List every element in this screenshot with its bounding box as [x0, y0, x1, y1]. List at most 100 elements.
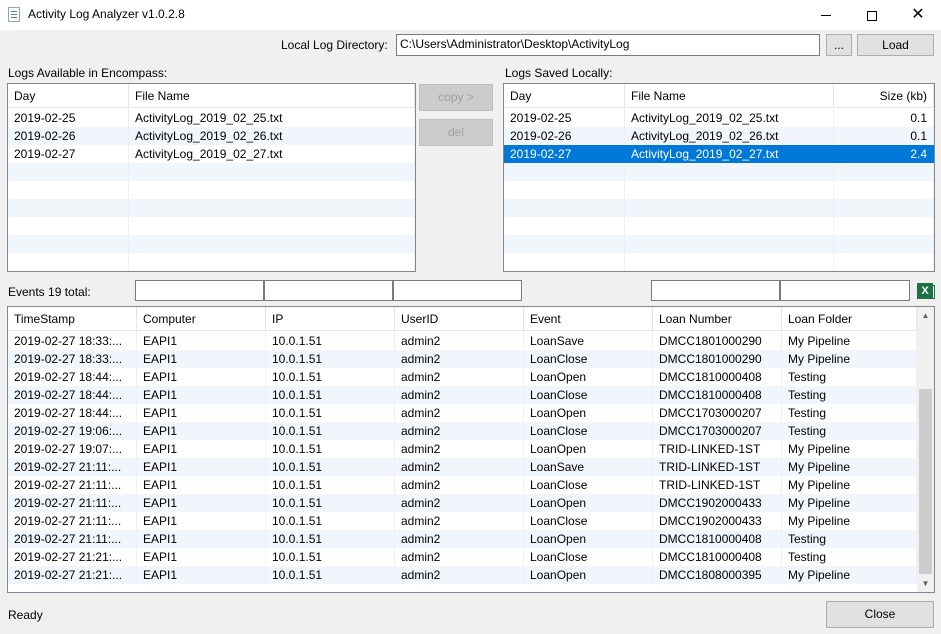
events-scrollbar[interactable]: ▲ ▼ — [917, 307, 934, 592]
column-header-event[interactable]: Event — [524, 307, 653, 331]
table-cell: admin2 — [395, 350, 524, 368]
column-header-loan-number[interactable]: Loan Number — [653, 307, 782, 331]
minimize-button[interactable] — [803, 0, 849, 30]
table-cell: EAPI1 — [137, 548, 266, 566]
filter-input-loan-number[interactable] — [651, 280, 780, 301]
table-cell: EAPI1 — [137, 440, 266, 458]
empty-row — [504, 199, 934, 217]
table-cell: LoanClose — [524, 548, 653, 566]
empty-cell — [834, 181, 934, 199]
table-cell: 10.0.1.51 — [266, 512, 395, 530]
table-row[interactable]: 2019-02-27 ActivityLog_2019_02_27.txt 2.4 — [504, 145, 934, 163]
table-row[interactable]: 2019-02-27 21:11:... EAPI1 10.0.1.51 admin2… — [8, 494, 917, 512]
table-cell: My Pipeline — [782, 440, 917, 458]
scroll-up-icon[interactable]: ▲ — [917, 307, 934, 324]
filter-input-loan-folder[interactable] — [780, 280, 910, 301]
load-button[interactable]: Load — [857, 34, 934, 56]
encompass-logs-label: Logs Available in Encompass: — [8, 66, 168, 80]
table-cell: 10.0.1.51 — [266, 530, 395, 548]
table-row[interactable]: 2019-02-27 18:33:... EAPI1 10.0.1.51 admin2… — [8, 332, 917, 350]
table-row[interactable]: 2019-02-27 21:11:... EAPI1 10.0.1.51 admin2… — [8, 458, 917, 476]
column-header-file-name[interactable]: File Name — [625, 84, 834, 108]
scroll-thumb[interactable] — [919, 389, 932, 574]
table-cell: 2019-02-25 — [8, 109, 129, 127]
column-header-loan-folder[interactable]: Loan Folder — [782, 307, 917, 331]
empty-cell — [504, 253, 625, 271]
table-row[interactable]: 2019-02-27 18:44:... EAPI1 10.0.1.51 admin2… — [8, 386, 917, 404]
local-dir-input[interactable]: C:\Users\Administrator\Desktop\ActivityL… — [396, 34, 820, 56]
table-cell: 10.0.1.51 — [266, 566, 395, 584]
table-cell: admin2 — [395, 548, 524, 566]
filter-input-ip[interactable] — [393, 280, 522, 301]
table-row[interactable]: 2019-02-27 18:44:... EAPI1 10.0.1.51 admin2… — [8, 368, 917, 386]
column-header-timestamp[interactable]: TimeStamp — [8, 307, 137, 331]
table-row[interactable]: 2019-02-27 21:11:... EAPI1 10.0.1.51 admin2… — [8, 512, 917, 530]
scroll-down-icon[interactable]: ▼ — [917, 575, 934, 592]
events-list[interactable]: TimeStamp Computer IP UserID Event Loan … — [7, 306, 935, 593]
table-cell: Testing — [782, 530, 917, 548]
column-header-size[interactable]: Size (kb) — [834, 84, 934, 108]
list-header: TimeStamp Computer IP UserID Event Loan … — [8, 307, 917, 331]
table-row[interactable]: 2019-02-25 ActivityLog_2019_02_25.txt — [8, 109, 415, 127]
table-cell: 2019-02-27 21:11:... — [8, 530, 137, 548]
browse-button[interactable]: ... — [826, 34, 852, 56]
table-cell: 0.1 — [834, 109, 934, 127]
maximize-button[interactable] — [849, 0, 895, 30]
table-cell: Testing — [782, 368, 917, 386]
table-cell: 2.4 — [834, 145, 934, 163]
delete-button[interactable]: del — [419, 119, 493, 146]
table-cell: DMCC1801000290 — [653, 332, 782, 350]
table-cell: admin2 — [395, 422, 524, 440]
excel-icon[interactable]: X — [917, 283, 935, 299]
empty-row — [504, 217, 934, 235]
table-cell: 10.0.1.51 — [266, 458, 395, 476]
column-header-day[interactable]: Day — [504, 84, 625, 108]
table-row[interactable]: 2019-02-27 18:33:... EAPI1 10.0.1.51 admin2… — [8, 350, 917, 368]
table-row[interactable]: 2019-02-27 18:44:... EAPI1 10.0.1.51 admin2… — [8, 404, 917, 422]
table-row[interactable]: 2019-02-27 19:07:... EAPI1 10.0.1.51 admin2… — [8, 440, 917, 458]
table-row[interactable]: 2019-02-27 21:21:... EAPI1 10.0.1.51 admin2… — [8, 548, 917, 566]
close-button[interactable]: Close — [826, 601, 934, 628]
table-row[interactable]: 2019-02-27 19:06:... EAPI1 10.0.1.51 admin2… — [8, 422, 917, 440]
filter-input-computer[interactable] — [264, 280, 393, 301]
table-cell: 2019-02-25 — [504, 109, 625, 127]
copy-button[interactable]: copy > — [419, 84, 493, 111]
table-cell: LoanOpen — [524, 404, 653, 422]
table-cell: DMCC1810000408 — [653, 368, 782, 386]
table-row[interactable]: 2019-02-26 ActivityLog_2019_02_26.txt 0.1 — [504, 127, 934, 145]
table-row[interactable]: 2019-02-25 ActivityLog_2019_02_25.txt 0.1 — [504, 109, 934, 127]
table-cell: EAPI1 — [137, 404, 266, 422]
empty-cell — [625, 163, 834, 181]
list-header: Day File Name — [8, 84, 415, 108]
column-header-ip[interactable]: IP — [266, 307, 395, 331]
table-cell: 2019-02-27 18:44:... — [8, 386, 137, 404]
encompass-logs-list[interactable]: Day File Name 2019-02-25 ActivityLog_2019… — [7, 83, 416, 272]
table-cell: 2019-02-27 21:11:... — [8, 494, 137, 512]
column-header-day[interactable]: Day — [8, 84, 129, 108]
table-cell: LoanClose — [524, 386, 653, 404]
table-row[interactable]: 2019-02-27 21:11:... EAPI1 10.0.1.51 admin2… — [8, 476, 917, 494]
empty-cell — [129, 235, 415, 253]
column-header-userid[interactable]: UserID — [395, 307, 524, 331]
table-row[interactable]: 2019-02-27 21:11:... EAPI1 10.0.1.51 admin2… — [8, 530, 917, 548]
empty-cell — [625, 199, 834, 217]
table-cell: My Pipeline — [782, 494, 917, 512]
table-row[interactable]: 2019-02-27 ActivityLog_2019_02_27.txt — [8, 145, 415, 163]
table-cell: admin2 — [395, 440, 524, 458]
table-cell: DMCC1703000207 — [653, 422, 782, 440]
table-row[interactable]: 2019-02-26 ActivityLog_2019_02_26.txt — [8, 127, 415, 145]
filter-input-timestamp[interactable] — [135, 280, 264, 301]
table-cell: DMCC1810000408 — [653, 386, 782, 404]
table-row[interactable]: 2019-02-27 21:21:... EAPI1 10.0.1.51 admin2… — [8, 566, 917, 584]
table-cell: My Pipeline — [782, 566, 917, 584]
empty-row — [8, 181, 415, 199]
local-logs-list[interactable]: Day File Name Size (kb) 2019-02-25 Activi… — [503, 83, 935, 272]
close-window-button[interactable]: ✕ — [895, 0, 941, 30]
table-cell: Testing — [782, 386, 917, 404]
table-cell: DMCC1703000207 — [653, 404, 782, 422]
table-cell: 2019-02-26 — [8, 127, 129, 145]
table-cell: 2019-02-26 — [504, 127, 625, 145]
column-header-file-name[interactable]: File Name — [129, 84, 415, 108]
column-header-computer[interactable]: Computer — [137, 307, 266, 331]
table-cell: Testing — [782, 404, 917, 422]
